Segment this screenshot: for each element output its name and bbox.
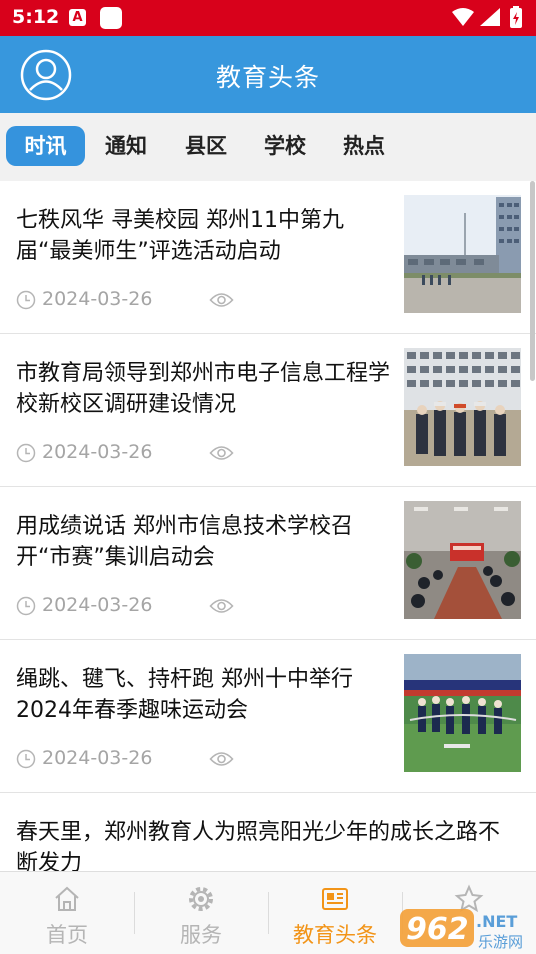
nav-education-label: 教育头条 [293, 923, 377, 947]
news-thumbnail [404, 654, 521, 772]
tab-xuexiao[interactable]: 学校 [254, 126, 316, 166]
nav-home-label: 首页 [46, 923, 88, 947]
clock-icon [16, 443, 36, 463]
status-time: 5:12 [12, 6, 60, 28]
news-date: 2024-03-26 [42, 594, 153, 616]
app-header: 教育头条 [0, 36, 536, 113]
news-item[interactable]: 用成绩说话 郑州市信息技术学校召开“市赛”集训启动会 2024-03-26 [0, 487, 536, 640]
watermark-brand: 962 [406, 912, 469, 947]
notification-app-icon [100, 7, 122, 29]
news-thumbnail [404, 348, 521, 466]
news-title: 用成绩说话 郑州市信息技术学校召开“市赛”集训启动会 [16, 514, 353, 570]
watermark-suffix: .NET [476, 912, 517, 931]
signal-icon [480, 8, 500, 26]
news-list: 七秩风华 寻美校园 郑州11中第九届“最美师生”评选活动启动 2024-03-2… [0, 181, 536, 871]
tab-tongzhi[interactable]: 通知 [95, 126, 157, 166]
tab-xianqu[interactable]: 县区 [175, 126, 237, 166]
news-date: 2024-03-26 [42, 288, 153, 310]
gear-icon [189, 887, 213, 911]
watermark-sub: 乐游网 [478, 933, 523, 950]
clock-icon [16, 596, 36, 616]
clock-icon [16, 749, 36, 769]
news-title: 七秩风华 寻美校园 郑州11中第九届“最美师生”评选活动启动 [16, 208, 344, 264]
eye-icon [209, 293, 234, 307]
nav-education-headlines[interactable]: 教育头条 [268, 872, 402, 954]
wifi-icon [452, 8, 474, 26]
nav-service-label: 服务 [180, 923, 222, 947]
newspaper-icon [322, 888, 348, 910]
news-title: 市教育局领导到郑州市电子信息工程学校新校区调研建设情况 [16, 361, 391, 417]
status-bar: 5:12 A [0, 0, 536, 36]
notification-a-icon: A [69, 9, 86, 26]
page-title: 教育头条 [215, 63, 320, 92]
news-title: 绳跳、毽飞、持杆跑 郑州十中举行2024年春季趣味运动会 [16, 667, 353, 723]
news-item[interactable]: 市教育局领导到郑州市电子信息工程学校新校区调研建设情况 2024-03-26 [0, 334, 536, 487]
clock-icon [16, 290, 36, 310]
home-icon [55, 886, 79, 911]
status-system-icons [452, 6, 522, 28]
news-date: 2024-03-26 [42, 441, 153, 463]
nav-service[interactable]: 服务 [134, 872, 268, 954]
news-title: 春天里，郑州教育人为照亮阳光少年的成长之路不断发力 [16, 820, 501, 871]
site-watermark-logo: 962 .NET 乐游网 [400, 909, 523, 950]
nav-home[interactable]: 首页 [0, 872, 134, 954]
news-thumbnail [404, 195, 521, 313]
scrollbar[interactable] [530, 181, 535, 381]
eye-icon [209, 752, 234, 766]
eye-icon [209, 446, 234, 460]
news-item[interactable]: 七秩风华 寻美校园 郑州11中第九届“最美师生”评选活动启动 2024-03-2… [0, 181, 536, 334]
eye-icon [209, 599, 234, 613]
tab-redian[interactable]: 热点 [333, 126, 395, 166]
news-item[interactable]: 绳跳、毽飞、持杆跑 郑州十中举行2024年春季趣味运动会 2024-03-26 [0, 640, 536, 793]
news-item[interactable]: 春天里，郑州教育人为照亮阳光少年的成长之路不断发力 [0, 793, 536, 871]
news-thumbnail [404, 501, 521, 619]
category-tabs: 时讯 通知 县区 学校 热点 [0, 113, 536, 181]
news-date: 2024-03-26 [42, 747, 153, 769]
battery-icon [510, 6, 522, 28]
tab-shixun[interactable]: 时讯 [6, 126, 85, 166]
